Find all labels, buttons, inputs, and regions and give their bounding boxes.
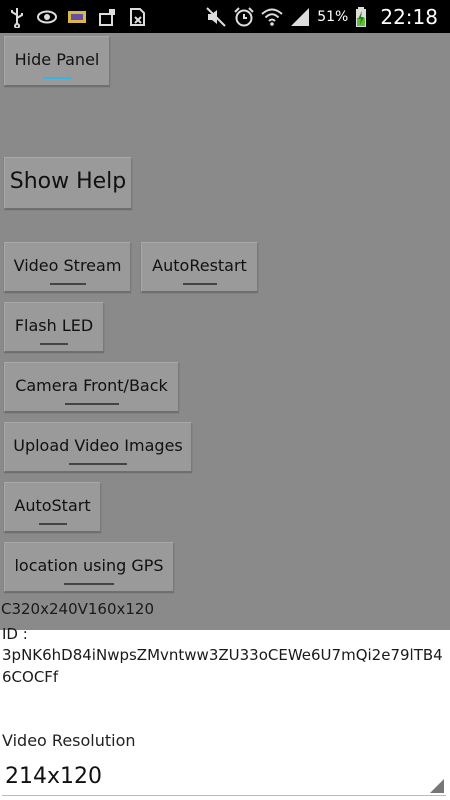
video-stream-label: Video Stream — [13, 255, 122, 275]
hide-panel-button[interactable]: Hide Panel — [4, 36, 110, 86]
location-gps-button[interactable]: location using GPS — [4, 542, 174, 592]
video-resolution-spinner[interactable]: 214x120 — [2, 760, 446, 796]
location-gps-label: location using GPS — [14, 555, 164, 575]
wifi-icon — [261, 8, 283, 26]
status-bar: 51% 22:18 — [0, 0, 450, 33]
photo-icon — [68, 10, 86, 23]
toggle-indicator — [64, 583, 114, 585]
id-value: 3pNK6hD84iNwpsZMvntww3ZU33oCEWe6U7mQi2e7… — [2, 646, 443, 686]
flash-led-label: Flash LED — [14, 315, 94, 335]
flash-led-button[interactable]: Flash LED — [4, 302, 104, 352]
toggle-indicator — [64, 403, 119, 405]
system-icons: 51% 22:18 — [205, 4, 438, 29]
camera-front-back-label: Camera Front/Back — [15, 375, 168, 395]
toggle-indicator — [43, 77, 71, 79]
video-resolution-value: 214x120 — [5, 764, 103, 789]
mute-icon — [206, 6, 226, 27]
dropdown-corner-icon — [430, 779, 444, 793]
toggle-indicator — [69, 463, 127, 465]
camera-front-back-button[interactable]: Camera Front/Back — [4, 362, 179, 412]
auto-restart-label: AutoRestart — [152, 255, 247, 275]
toggle-indicator — [49, 283, 86, 285]
hide-panel-label: Hide Panel — [14, 49, 100, 69]
alarm-icon — [234, 6, 254, 26]
auto-start-button[interactable]: AutoStart — [4, 482, 101, 532]
show-help-button[interactable]: Show Help — [4, 157, 132, 209]
resolution-code: C320x240V160x120 — [1, 600, 155, 618]
id-label: ID : — [2, 625, 28, 643]
video-stream-button[interactable]: Video Stream — [4, 242, 131, 292]
battery-percent: 51% — [317, 8, 349, 25]
battery-charging-icon — [356, 6, 367, 27]
no-sim-icon — [130, 7, 145, 26]
eye-icon — [37, 10, 57, 23]
notification-icons — [6, 4, 148, 29]
clock: 22:18 — [380, 4, 438, 29]
video-resolution-label: Video Resolution — [2, 731, 136, 750]
toggle-indicator — [38, 523, 67, 525]
upload-video-images-button[interactable]: Upload Video Images — [4, 422, 192, 472]
usb-icon — [11, 7, 23, 28]
auto-restart-button[interactable]: AutoRestart — [141, 242, 258, 292]
show-help-label: Show Help — [9, 168, 127, 194]
signal-icon — [291, 7, 310, 26]
control-panel: Hide Panel Show Help Video Stream AutoRe… — [0, 33, 450, 630]
toggle-indicator — [182, 283, 217, 285]
toggle-indicator — [40, 343, 68, 345]
sim-lock-icon — [99, 8, 115, 26]
auto-start-label: AutoStart — [14, 495, 91, 515]
upload-video-images-label: Upload Video Images — [13, 435, 183, 455]
